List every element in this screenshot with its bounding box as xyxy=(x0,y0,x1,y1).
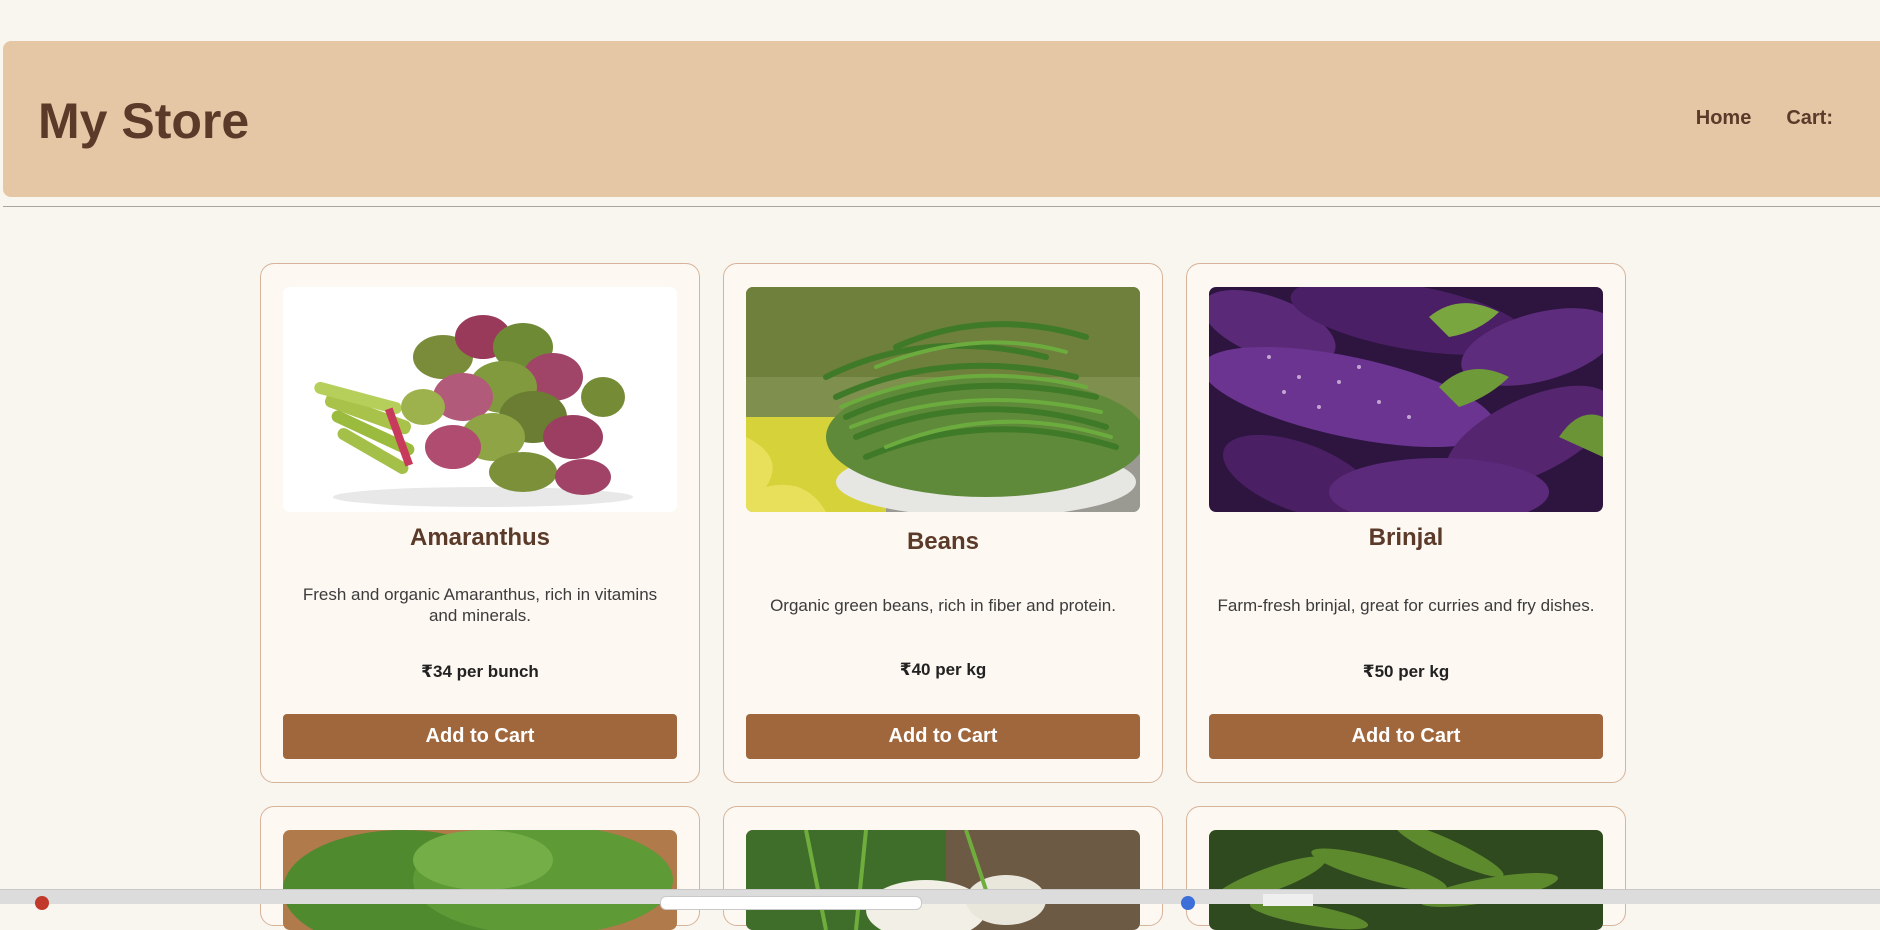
product-price: ₹50 per kg xyxy=(1362,662,1450,681)
nav-home-link[interactable]: Home xyxy=(1696,107,1752,130)
product-name: Amaranthus xyxy=(409,524,551,551)
app-icon[interactable] xyxy=(35,896,49,910)
browser-icon[interactable] xyxy=(1181,896,1195,910)
dill-cauliflower-image xyxy=(746,830,1140,930)
product-name: Beans xyxy=(906,528,980,555)
product-description: Farm-fresh brinjal, great for curries an… xyxy=(1217,595,1595,615)
beans-image xyxy=(746,287,1140,512)
product-price: ₹40 per kg xyxy=(899,660,987,679)
product-description: Fresh and organic Amaranthus, rich in vi… xyxy=(302,585,658,625)
product-card xyxy=(1186,806,1626,930)
product-price: ₹34 per bunch xyxy=(421,662,539,681)
store-title: My Store xyxy=(38,93,250,149)
amaranthus-image xyxy=(283,287,677,512)
add-to-cart-button[interactable]: Add to Cart xyxy=(1209,714,1603,759)
site-header: My Store Home Cart: xyxy=(3,41,1880,197)
taskbar-search[interactable] xyxy=(660,896,922,910)
nav-cart-link[interactable]: Cart: xyxy=(1786,107,1833,130)
product-name: Brinjal xyxy=(1368,524,1444,551)
product-grid: Amaranthus Fresh and organic Amaranthus,… xyxy=(260,263,1626,930)
add-to-cart-button[interactable]: Add to Cart xyxy=(283,714,677,759)
main-nav: Home Cart: xyxy=(1696,107,1833,130)
product-card: Beans Organic green beans, rich in fiber… xyxy=(723,263,1163,783)
product-card xyxy=(260,806,700,930)
add-to-cart-button[interactable]: Add to Cart xyxy=(746,714,1140,759)
brinjal-image xyxy=(1209,287,1603,512)
header-divider xyxy=(3,206,1880,207)
product-card: Brinjal Farm-fresh brinjal, great for cu… xyxy=(1186,263,1626,783)
okra-image xyxy=(1209,830,1603,930)
product-description: Organic green beans, rich in fiber and p… xyxy=(770,595,1116,615)
window-thumbnail[interactable] xyxy=(1263,894,1313,906)
leafy-greens-image xyxy=(283,830,677,930)
product-card: Amaranthus Fresh and organic Amaranthus,… xyxy=(260,263,700,783)
taskbar xyxy=(0,889,1880,910)
